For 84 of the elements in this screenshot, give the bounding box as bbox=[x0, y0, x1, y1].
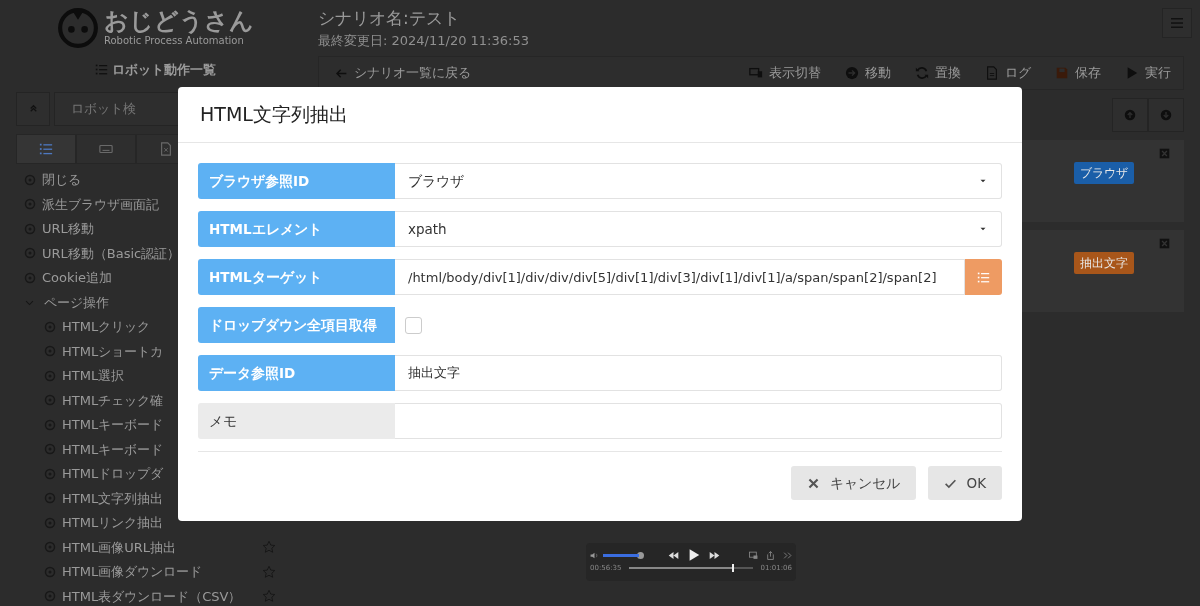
sidebar-item-label: HTMLドロップダ bbox=[62, 465, 164, 483]
collapse-button[interactable] bbox=[16, 91, 50, 126]
share-icon[interactable] bbox=[766, 550, 775, 560]
menu-button[interactable] bbox=[1162, 8, 1192, 38]
field-label: HTMLエレメント bbox=[198, 211, 395, 247]
xpath-picker-button[interactable] bbox=[965, 259, 1002, 295]
sidebar-item[interactable]: HTML画像ダウンロード bbox=[24, 559, 286, 584]
toolbar-button[interactable]: 表示切替 bbox=[737, 63, 833, 83]
arrow-circle-icon bbox=[845, 66, 859, 80]
toolbar-button[interactable]: 置換 bbox=[903, 63, 973, 83]
sidebar-item-label: ページ操作 bbox=[44, 293, 109, 312]
volume-level[interactable] bbox=[603, 553, 639, 557]
list-icon bbox=[977, 270, 990, 284]
rewind-icon[interactable] bbox=[668, 549, 679, 561]
volume-thumb[interactable] bbox=[637, 551, 644, 559]
progress-thumb[interactable] bbox=[731, 564, 734, 573]
field-label: データ参照ID bbox=[198, 355, 395, 391]
sidebar-item[interactable]: HTMLキーボード bbox=[24, 437, 286, 462]
sidebar-item-label: 派生ブラウザ画面記 bbox=[42, 195, 159, 214]
scenario-name: シナリオ名:テスト bbox=[318, 6, 461, 30]
sidebar-item[interactable]: HTMLリンク抽出 bbox=[24, 510, 286, 535]
sidebar-item-label: HTMLチェック確 bbox=[62, 391, 164, 410]
field-label: ドロップダウン全項目取得 bbox=[198, 307, 395, 343]
sidebar-item-label: HTMLクリック bbox=[62, 318, 151, 336]
sidebar-item[interactable]: HTML表ダウンロード（CSV） bbox=[24, 584, 286, 606]
back-button[interactable]: シナリオ一覧に戻る bbox=[319, 63, 483, 83]
checkbox[interactable] bbox=[405, 316, 422, 334]
move-up-button[interactable] bbox=[1112, 98, 1148, 132]
list-icon bbox=[94, 63, 108, 77]
toolbar-button[interactable]: 実行 bbox=[1113, 63, 1183, 83]
toolbar-button[interactable]: ログ bbox=[973, 63, 1043, 83]
toolbar-button[interactable]: 移動 bbox=[833, 63, 903, 83]
close-icon[interactable] bbox=[1159, 148, 1170, 159]
devices-icon bbox=[749, 66, 763, 80]
sidebar-item[interactable]: HTML画像URL抽出 bbox=[24, 535, 286, 560]
sidebar-item-label: HTML表ダウンロード（CSV） bbox=[62, 587, 242, 606]
sidebar-item-label: HTMLキーボード bbox=[62, 440, 164, 459]
sidebar-item-label: HTMLショートカ bbox=[62, 342, 164, 361]
cancel-button[interactable]: キャンセル bbox=[790, 466, 916, 500]
sidebar-item-label: HTML画像ダウンロード bbox=[62, 563, 203, 581]
sidebar-item-label: HTMLリンク抽出 bbox=[62, 514, 164, 532]
toolbar-button[interactable]: 保存 bbox=[1043, 63, 1113, 83]
sidebar-item-label: URL移動 bbox=[42, 220, 94, 238]
input-field[interactable] bbox=[395, 403, 1002, 439]
sidebar-item[interactable]: HTML文字列抽出 bbox=[24, 486, 286, 511]
sidebar-item-label: HTML画像URL抽出 bbox=[62, 538, 176, 557]
step-tag: ブラウザ bbox=[1074, 162, 1134, 184]
input-field[interactable]: /html/body/div[1]/div/div/div[5]/div[1]/div[3]/div[1]/div[1]/a/span/span[2]/span[2] bbox=[395, 259, 965, 295]
file-icon bbox=[159, 142, 173, 157]
sidebar-item-label: HTMLキーボード bbox=[62, 416, 164, 434]
select-field[interactable]: xpath bbox=[395, 211, 1002, 247]
play-icon[interactable] bbox=[687, 548, 701, 562]
save-icon bbox=[1055, 66, 1069, 80]
sidebar-item-label: Cookie追加 bbox=[42, 269, 113, 287]
picture-in-picture-icon[interactable] bbox=[749, 550, 758, 560]
robot-logo-icon bbox=[56, 6, 100, 50]
close-icon bbox=[806, 476, 820, 490]
field-label: ブラウザ参照ID bbox=[198, 163, 395, 199]
refresh-icon bbox=[915, 66, 929, 80]
sidebar-item-label: HTML選択 bbox=[62, 367, 125, 385]
field-label: メモ bbox=[198, 403, 395, 439]
chevron-right-icon[interactable] bbox=[783, 550, 792, 560]
ok-button[interactable]: OK bbox=[927, 466, 1002, 500]
input-field[interactable]: 抽出文字 bbox=[395, 355, 1002, 391]
step-tag: 抽出文字 bbox=[1074, 252, 1134, 274]
arrow-up-icon bbox=[1124, 109, 1136, 121]
logo-subtitle: Robotic Process Automation bbox=[104, 34, 245, 48]
sidebar-heading: ロボット動作一覧 bbox=[111, 61, 216, 79]
sidebar-item-label: HTML文字列抽出 bbox=[62, 489, 164, 508]
arrow-down-icon bbox=[1160, 109, 1172, 121]
sidebar-item-label: 閉じる bbox=[42, 171, 81, 189]
document-icon bbox=[985, 66, 999, 80]
select-field[interactable]: ブラウザ bbox=[395, 163, 1002, 199]
volume-icon bbox=[590, 550, 599, 560]
close-icon[interactable] bbox=[1159, 238, 1170, 249]
play-icon bbox=[1125, 66, 1139, 80]
move-down-button[interactable] bbox=[1148, 98, 1184, 132]
list-icon bbox=[39, 142, 53, 157]
sidebar-item-label: URL移動（Basic認証） bbox=[42, 244, 181, 263]
menu-icon bbox=[1169, 15, 1185, 31]
sidebar-item[interactable]: HTMLドロップダ bbox=[24, 461, 286, 486]
last-modified-date: 最終変更日: 2024/11/20 11:36:53 bbox=[318, 32, 529, 50]
logo-title: おじどうさん bbox=[104, 8, 254, 33]
field-label: HTMLターゲット bbox=[198, 259, 395, 295]
